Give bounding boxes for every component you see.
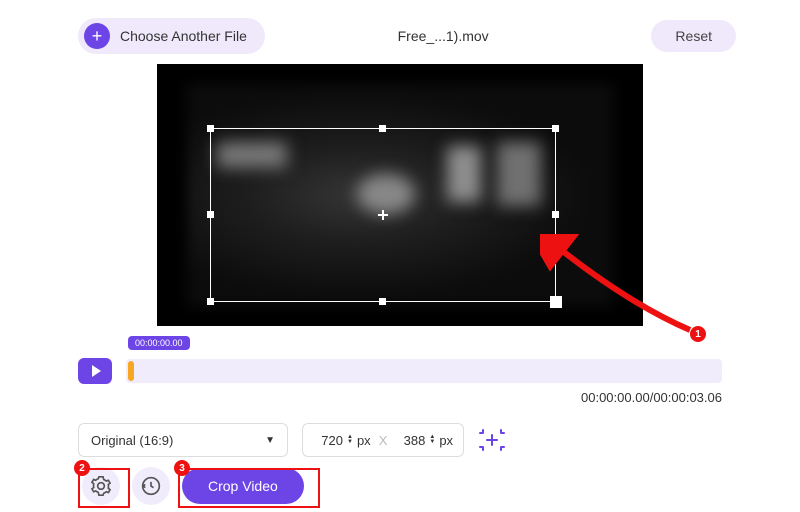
history-icon: [141, 476, 161, 496]
plus-icon: +: [84, 23, 110, 49]
crop-selection-box[interactable]: [210, 128, 556, 302]
width-stepper[interactable]: ▲▼: [347, 435, 353, 445]
video-preview[interactable]: [157, 64, 643, 326]
center-crop-button[interactable]: [478, 426, 506, 454]
crop-handle-mid-right[interactable]: [552, 211, 559, 218]
crop-handle-bottom-mid[interactable]: [379, 298, 386, 305]
choose-file-label: Choose Another File: [120, 28, 247, 44]
height-stepper[interactable]: ▲▼: [429, 435, 435, 445]
center-cross-icon: [378, 210, 388, 220]
crop-video-button[interactable]: Crop Video: [182, 468, 304, 504]
settings-button[interactable]: [82, 467, 120, 505]
aspect-ratio-select[interactable]: Original (16:9) ▼: [78, 423, 288, 457]
caret-down-icon: ▼: [265, 435, 275, 446]
time-readout: 00:00:00.00/00:00:03.06: [0, 390, 722, 405]
gear-icon: [91, 476, 111, 496]
timeline-playhead[interactable]: [128, 361, 134, 381]
choose-file-button[interactable]: + Choose Another File: [78, 18, 265, 54]
reset-button[interactable]: Reset: [651, 20, 736, 52]
play-icon: [92, 365, 101, 377]
crop-handle-top-left[interactable]: [207, 125, 214, 132]
time-tooltip: 00:00:00.00: [128, 336, 190, 350]
crop-handle-bottom-left[interactable]: [207, 298, 214, 305]
dimensions-box: 720 ▲▼ px X 388 ▲▼ px: [302, 423, 464, 457]
crop-handle-bottom-right[interactable]: [550, 296, 562, 308]
play-button[interactable]: [78, 358, 112, 384]
crop-handle-top-right[interactable]: [552, 125, 559, 132]
center-crop-icon: [479, 429, 505, 451]
timeline-track[interactable]: [126, 359, 722, 383]
height-input[interactable]: 388: [395, 433, 425, 448]
width-input[interactable]: 720: [313, 433, 343, 448]
filename-label: Free_...1).mov: [273, 28, 644, 44]
annotation-number-1: 1: [690, 326, 706, 342]
aspect-ratio-value: Original (16:9): [91, 433, 173, 448]
history-button[interactable]: [132, 467, 170, 505]
crop-handle-mid-left[interactable]: [207, 211, 214, 218]
crop-handle-top-mid[interactable]: [379, 125, 386, 132]
